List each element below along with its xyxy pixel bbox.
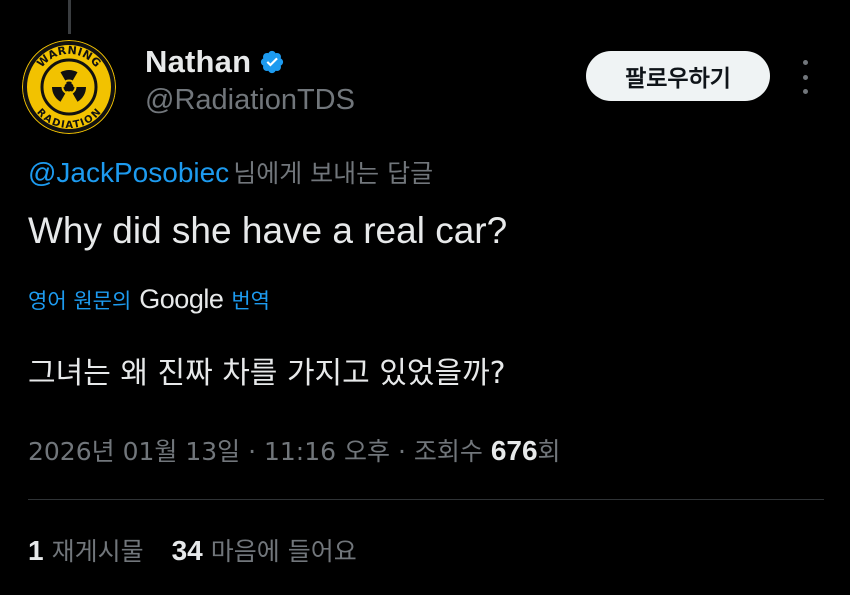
google-logo: Google xyxy=(139,284,224,314)
reposts-label: 재게시물 xyxy=(51,537,144,566)
meta-separator: · xyxy=(397,437,414,466)
tweet-meta: 2026년 01월 13일 · 11:16 오후 · 조회수 676회 xyxy=(28,432,561,468)
follow-button[interactable]: 팔로우하기 xyxy=(586,51,770,101)
reply-suffix-text: 님에게 보내는 답글 xyxy=(233,159,434,188)
reply-to-line: @JackPosobiec 님에게 보내는 답글 xyxy=(28,154,433,190)
likes-count: 34 xyxy=(171,535,203,566)
engagement-stats: 1 재게시물 34 마음에 들어요 xyxy=(28,532,357,568)
avatar[interactable]: WARNING RADIATION xyxy=(22,40,116,134)
tweet-date[interactable]: 2026년 01월 13일 xyxy=(28,437,240,466)
author-name-row: Nathan xyxy=(145,42,285,82)
views-count: 676 xyxy=(490,435,538,466)
translation-prefix: 영어 원문의 xyxy=(28,288,132,313)
likes-label: 마음에 들어요 xyxy=(210,537,357,566)
translated-tweet-text: 그녀는 왜 진짜 차를 가지고 있었을까? xyxy=(28,356,506,391)
reposts-stat[interactable]: 1 재게시물 xyxy=(28,532,144,568)
translation-suffix: 번역 xyxy=(231,288,270,313)
meta-separator: · xyxy=(248,437,264,466)
thread-connector-line xyxy=(68,0,71,34)
translation-attribution[interactable]: 영어 원문의 Google 번역 xyxy=(28,284,270,315)
views-suffix: 회 xyxy=(537,437,561,466)
verified-badge-icon xyxy=(259,49,285,75)
likes-stat[interactable]: 34 마음에 들어요 xyxy=(172,532,357,568)
views-label: 조회수 xyxy=(413,437,483,466)
divider xyxy=(28,499,824,500)
more-vertical-icon[interactable] xyxy=(793,60,817,94)
author-name[interactable]: Nathan xyxy=(145,44,251,80)
reposts-count: 1 xyxy=(28,535,44,566)
warning-radiation-icon: WARNING RADIATION xyxy=(22,40,116,134)
author-handle[interactable]: @RadiationTDS xyxy=(145,84,355,117)
tweet-time[interactable]: 11:16 오후 xyxy=(264,437,390,466)
reply-mention-link[interactable]: @JackPosobiec xyxy=(28,157,229,188)
tweet-text: Why did she have a real car? xyxy=(28,210,508,251)
